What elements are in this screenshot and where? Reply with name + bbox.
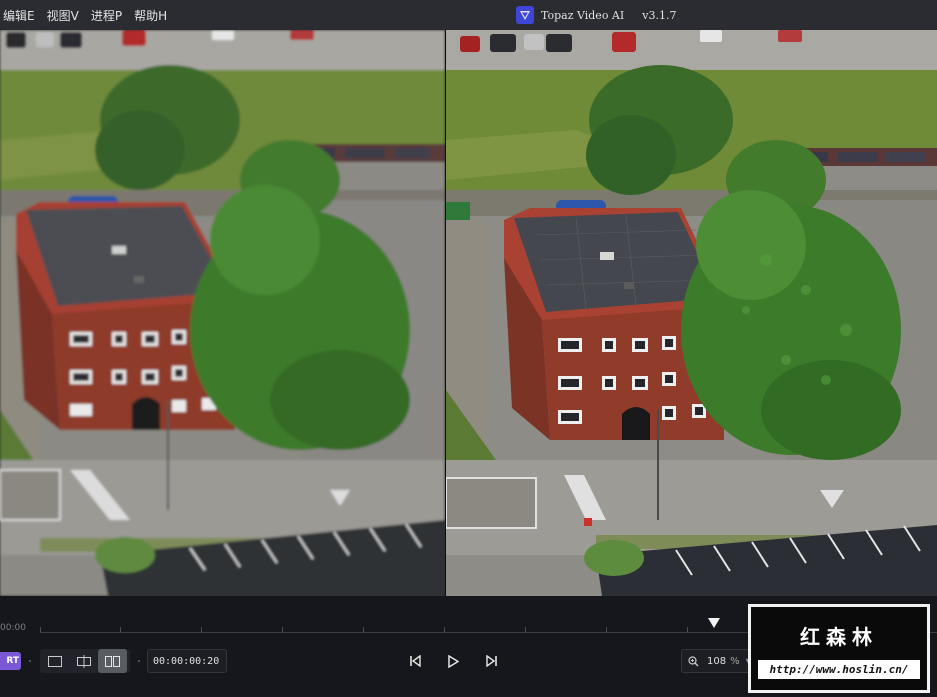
- timeline-tick: [201, 627, 202, 632]
- separator-dot: [29, 660, 31, 662]
- play-icon: [448, 654, 459, 668]
- title-bar: 编辑E 视图V 进程P 帮助H Topaz Video AI v3.1.7: [0, 0, 937, 30]
- prev-frame-button[interactable]: [406, 652, 424, 670]
- app-version: v3.1.7: [642, 8, 677, 22]
- single-view-icon: [47, 655, 62, 667]
- menu-process[interactable]: 进程P: [91, 7, 122, 24]
- timeline-start-time: 00:00: [0, 623, 26, 633]
- timeline-tick: [444, 627, 445, 632]
- next-frame-button[interactable]: [483, 652, 501, 670]
- watermark-title: 红森林: [800, 625, 878, 649]
- zoom-icon: [688, 655, 699, 667]
- video-preview[interactable]: [0, 30, 937, 596]
- menu-help[interactable]: 帮助H: [134, 7, 167, 24]
- timeline-tick: [363, 627, 364, 632]
- separator-dot: [138, 660, 140, 662]
- step-back-icon: [410, 655, 421, 667]
- step-forward-icon: [486, 655, 497, 667]
- app-title: Topaz Video AI v3.1.7: [516, 0, 676, 30]
- timeline-tick: [525, 627, 526, 632]
- timeline-tick: [687, 627, 688, 632]
- playhead-marker-icon[interactable]: [707, 615, 721, 629]
- view-mode-group: [40, 649, 130, 673]
- menu-edit[interactable]: 编辑E: [3, 7, 35, 24]
- menu-view[interactable]: 视图V: [47, 7, 79, 24]
- timeline-tick: [282, 627, 283, 632]
- side-by-side-view-icon: [105, 655, 120, 667]
- play-button[interactable]: [444, 652, 462, 670]
- menu-bar: 编辑E 视图V 进程P 帮助H: [3, 0, 167, 30]
- export-button[interactable]: RT: [0, 652, 21, 670]
- timeline-tick: [40, 627, 41, 632]
- enhanced-preview-pane[interactable]: [446, 30, 937, 596]
- original-preview-pane[interactable]: [0, 30, 445, 596]
- timeline-tick: [120, 627, 121, 632]
- zoom-unit: %: [730, 655, 740, 667]
- single-view-button[interactable]: [40, 649, 69, 673]
- split-view-icon: [76, 654, 91, 668]
- timecode-field[interactable]: 00:00:00:20: [147, 649, 227, 673]
- split-view-button[interactable]: [69, 649, 98, 673]
- zoom-value: 108: [707, 655, 727, 667]
- topaz-logo-icon: [516, 6, 534, 24]
- watermark-url: http://www.hoslin.cn/: [758, 660, 920, 679]
- app-name: Topaz Video AI: [541, 8, 625, 22]
- timeline-tick: [606, 627, 607, 632]
- side-by-side-view-button[interactable]: [98, 649, 127, 673]
- watermark-overlay: 红森林 http://www.hoslin.cn/: [748, 604, 930, 693]
